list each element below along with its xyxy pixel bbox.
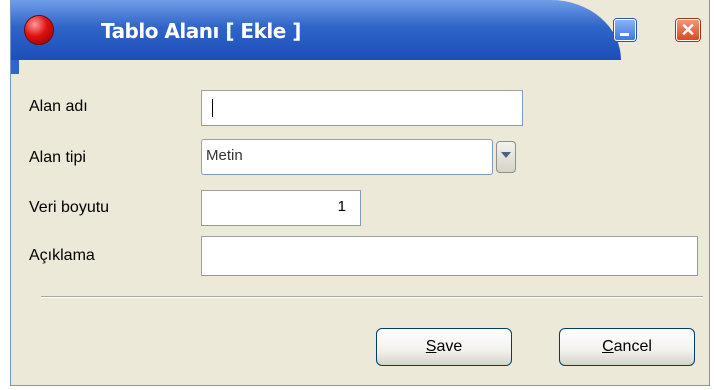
chevron-down-icon [501, 152, 511, 158]
cancel-button-label: ancel [613, 338, 652, 355]
description-input[interactable] [201, 236, 698, 276]
field-type-select[interactable]: Metin [201, 139, 493, 175]
close-button[interactable]: ✕ [676, 19, 700, 41]
text-caret [212, 99, 213, 117]
minimize-button[interactable] [614, 19, 636, 41]
data-size-input[interactable]: 1 [201, 190, 361, 226]
save-button-label: ave [436, 338, 463, 355]
field-type-value: Metin [206, 147, 243, 164]
window-title: Tablo Alanı [ Ekle ] [101, 19, 301, 43]
title-bar-edge [11, 60, 19, 74]
title-bar[interactable]: Tablo Alanı [ Ekle ] ✕ [11, 0, 709, 60]
field-name-label: Alan adı [29, 98, 88, 115]
cancel-button-accel: C [602, 338, 614, 355]
minimize-icon [620, 33, 629, 36]
field-name-input[interactable] [201, 90, 523, 126]
close-icon: ✕ [680, 20, 696, 40]
dialog-window: Tablo Alanı [ Ekle ] ✕ Alan adı Alan tip… [10, 0, 710, 386]
cancel-button[interactable]: Cancel [559, 328, 695, 366]
save-button-accel: S [425, 338, 437, 355]
app-icon [25, 16, 53, 44]
save-button[interactable]: Save [376, 328, 512, 366]
field-type-label: Alan tipi [29, 149, 86, 166]
separator [41, 296, 703, 298]
field-type-dropdown-button[interactable] [496, 141, 516, 173]
data-size-label: Veri boyutu [29, 199, 110, 216]
data-size-value: 1 [337, 198, 346, 215]
description-label: Açıklama [29, 247, 95, 264]
